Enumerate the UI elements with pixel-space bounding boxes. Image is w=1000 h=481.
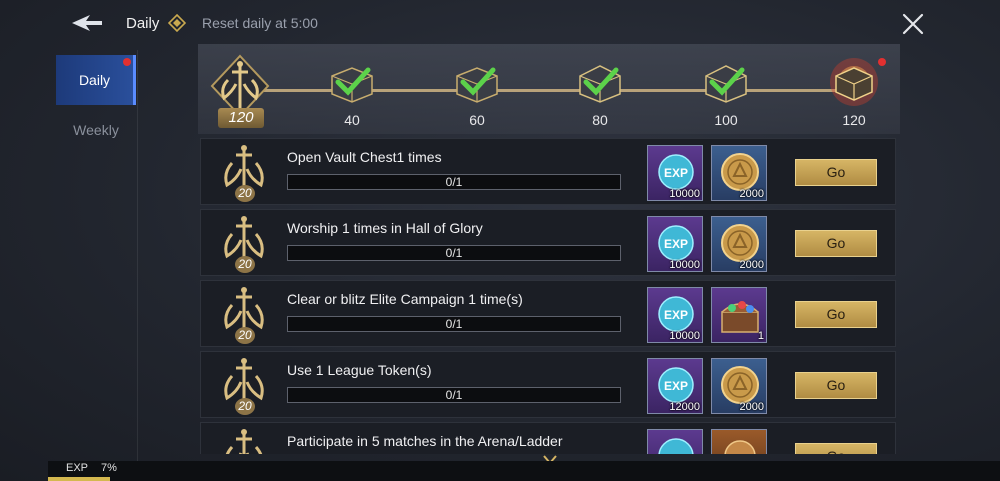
- svg-text:EXP: EXP: [664, 308, 688, 322]
- task-name: Use 1 League Token(s): [287, 362, 432, 378]
- notification-dot: [878, 58, 886, 66]
- task-name: Participate in 5 matches in the Arena/La…: [287, 433, 563, 449]
- task-progress-bar: 0/1: [287, 174, 621, 190]
- task-progress-bar: 0/1: [287, 387, 621, 403]
- milestone-60[interactable]: 60: [447, 62, 507, 134]
- task-points: 20: [235, 327, 255, 344]
- go-button[interactable]: Go: [795, 159, 877, 186]
- reward-qty: 2000: [739, 259, 764, 271]
- reward-chest[interactable]: 1: [711, 287, 767, 343]
- header: Daily Reset daily at 5:00: [0, 0, 1000, 46]
- claimed-chest-icon: [456, 67, 498, 103]
- svg-text:EXP: EXP: [664, 379, 688, 393]
- glowing-chest-icon: [830, 58, 878, 106]
- milestone-value: 120: [842, 112, 866, 128]
- task-progress-text: 0/1: [445, 317, 463, 331]
- reward-exp[interactable]: EXP 10000: [647, 287, 703, 343]
- reward-exp[interactable]: [647, 429, 703, 454]
- task-row: 20 Open Vault Chest1 times 0/1 EXP 10000…: [200, 138, 896, 205]
- milestone-value: 100: [714, 112, 738, 128]
- reward-qty: 1: [757, 330, 764, 342]
- claimed-chest-icon: [705, 65, 747, 103]
- page-title: Daily: [126, 15, 160, 32]
- exp-percent: 7%: [101, 462, 117, 474]
- reward-qty: 2000: [739, 188, 764, 200]
- go-button[interactable]: Go: [795, 301, 877, 328]
- task-row: 20 Clear or blitz Elite Campaign 1 time(…: [200, 280, 896, 347]
- reward-qty: 10000: [669, 259, 700, 271]
- milestone-80[interactable]: 80: [570, 62, 630, 134]
- medal-icon: [724, 440, 756, 454]
- milestone-value: 80: [592, 112, 608, 128]
- task-row: Participate in 5 matches in the Arena/La…: [200, 422, 896, 454]
- reward-gold[interactable]: 2000: [711, 145, 767, 201]
- go-button[interactable]: Go: [795, 230, 877, 257]
- go-button[interactable]: Go: [795, 372, 877, 399]
- task-points: 20: [235, 398, 255, 415]
- current-score: 120: [218, 108, 264, 128]
- exp-orb-icon: [658, 438, 694, 454]
- milestone-120[interactable]: 120: [824, 58, 886, 134]
- claimed-chest-icon: [579, 65, 621, 103]
- task-points: 20: [235, 185, 255, 202]
- reward-qty: 12000: [669, 401, 700, 413]
- task-points: 20: [235, 256, 255, 273]
- task-name: Worship 1 times in Hall of Glory: [287, 220, 483, 236]
- activity-progress: 120 40 60 80 100 120: [198, 44, 900, 134]
- task-name: Clear or blitz Elite Campaign 1 time(s): [287, 291, 523, 307]
- activity-emblem-icon: [225, 429, 263, 454]
- reward-qty: 2000: [739, 401, 764, 413]
- svg-text:EXP: EXP: [664, 237, 688, 251]
- tab-daily[interactable]: Daily: [56, 55, 136, 105]
- task-progress-text: 0/1: [445, 246, 463, 260]
- back-arrow-icon[interactable]: [70, 12, 104, 34]
- reset-info: Reset daily at 5:00: [202, 15, 318, 31]
- milestone-value: 40: [344, 112, 360, 128]
- milestone-value: 60: [469, 112, 485, 128]
- reward-exp[interactable]: EXP 12000: [647, 358, 703, 414]
- reward-qty: 10000: [669, 330, 700, 342]
- task-progress-bar: 0/1: [287, 245, 621, 261]
- task-progress-text: 0/1: [445, 388, 463, 402]
- diamond-icon: [168, 14, 186, 32]
- reward-gold[interactable]: 2000: [711, 358, 767, 414]
- task-progress-text: 0/1: [445, 175, 463, 189]
- task-row: 20 Use 1 League Token(s) 0/1 EXP 12000 2…: [200, 351, 896, 418]
- sidebar: Daily Weekly: [48, 50, 138, 462]
- reward-qty: 10000: [669, 188, 700, 200]
- claimed-chest-icon: [331, 67, 373, 103]
- reward-gold[interactable]: 2000: [711, 216, 767, 272]
- reward-exp[interactable]: EXP 10000: [647, 216, 703, 272]
- milestone-100[interactable]: 100: [696, 62, 756, 134]
- exp-label: EXP: [66, 462, 89, 474]
- close-icon[interactable]: [900, 11, 926, 37]
- reward-exp[interactable]: EXP 10000: [647, 145, 703, 201]
- task-progress-bar: 0/1: [287, 316, 621, 332]
- exp-bar: [48, 461, 1000, 481]
- milestone-40[interactable]: 40: [322, 62, 382, 134]
- task-list[interactable]: 20 Open Vault Chest1 times 0/1 EXP 10000…: [198, 138, 900, 454]
- task-row: 20 Worship 1 times in Hall of Glory 0/1 …: [200, 209, 896, 276]
- task-name: Open Vault Chest1 times: [287, 149, 442, 165]
- tab-weekly[interactable]: Weekly: [56, 105, 136, 155]
- svg-text:EXP: EXP: [664, 166, 688, 180]
- reward-medal[interactable]: [711, 429, 767, 454]
- notification-dot: [123, 58, 131, 66]
- go-button[interactable]: Go: [795, 443, 877, 454]
- tab-weekly-label: Weekly: [73, 122, 119, 138]
- exp-bar-fill: [48, 477, 110, 481]
- tab-daily-label: Daily: [78, 72, 111, 88]
